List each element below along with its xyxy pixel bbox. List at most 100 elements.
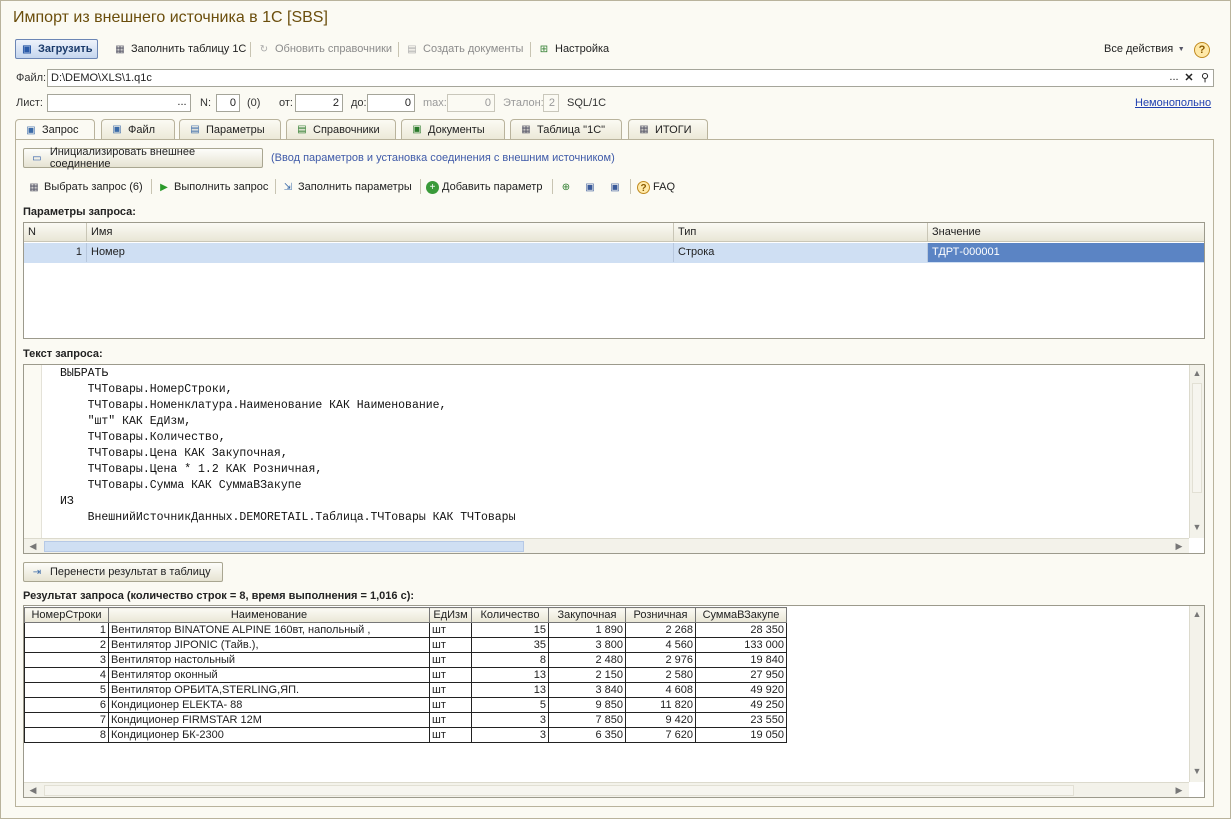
result-header[interactable]: Количество bbox=[471, 607, 549, 623]
result-cell: 15 bbox=[471, 622, 549, 638]
add-param-button[interactable]: + Добавить параметр bbox=[426, 178, 542, 196]
param-n-cell: 1 bbox=[24, 243, 87, 262]
result-cell: 3 bbox=[471, 727, 549, 743]
refresh-refs-button[interactable]: ↻ Обновить справочники bbox=[253, 39, 396, 59]
new-file-icon: ⊕ bbox=[561, 181, 571, 193]
faq-button[interactable]: ? FAQ bbox=[637, 178, 675, 196]
nonexclusive-link[interactable]: Немонопольно bbox=[1135, 97, 1211, 109]
result-header[interactable]: СуммаВЗакупе bbox=[695, 607, 787, 623]
fill-params-icon: ⇲ bbox=[283, 181, 293, 193]
settings-button[interactable]: ⊞ Настройка bbox=[533, 39, 613, 59]
result-cell: шт bbox=[429, 637, 472, 653]
scroll-left-icon[interactable]: ◀ bbox=[26, 785, 40, 796]
vertical-scrollbar[interactable]: ▲ ▼ bbox=[1189, 365, 1204, 538]
params-title: Параметры запроса: bbox=[23, 206, 136, 218]
fill-params-button[interactable]: ⇲ Заполнить параметры bbox=[281, 178, 412, 196]
sheet-input[interactable] bbox=[47, 94, 191, 112]
query-icon: ▣ bbox=[26, 124, 36, 136]
scroll-thumb[interactable] bbox=[1192, 383, 1202, 493]
transfer-result-button[interactable]: ⇥ Перенести результат в таблицу bbox=[23, 562, 223, 582]
from-input[interactable]: 2 bbox=[295, 94, 343, 112]
result-header[interactable]: ЕдИзм bbox=[429, 607, 472, 623]
result-cell: 8 bbox=[24, 727, 109, 743]
table-row[interactable]: 1 Номер Строка ТДРТ-000001 bbox=[24, 243, 1204, 263]
result-cell: 3 800 bbox=[548, 637, 626, 653]
search-icon[interactable]: ⚲ bbox=[1198, 71, 1212, 85]
params-header-type[interactable]: Тип bbox=[674, 223, 928, 242]
result-cell: 2 480 bbox=[548, 652, 626, 668]
file-path-input[interactable]: D:\DEMO\XLS\1.q1c bbox=[47, 69, 1214, 87]
file-select-button[interactable]: ... bbox=[1167, 71, 1181, 85]
fill-table-button[interactable]: ▦ Заполнить таблицу 1С bbox=[109, 39, 250, 59]
params-header-n[interactable]: N bbox=[24, 223, 87, 242]
run-query-button[interactable]: ▶ Выполнить запрос bbox=[157, 178, 268, 196]
sheet-select-button[interactable]: ... bbox=[175, 96, 189, 108]
query-text-editor[interactable]: ВЫБРАТЬ ТЧТовары.НомерСтроки, ТЧТовары.Н… bbox=[23, 364, 1205, 554]
tab-refs[interactable]: ▤ Справочники bbox=[286, 119, 396, 139]
tab-docs[interactable]: ▣ Документы bbox=[401, 119, 505, 139]
scroll-right-icon[interactable]: ▶ bbox=[1172, 785, 1186, 796]
result-header[interactable]: Розничная bbox=[625, 607, 696, 623]
scroll-up-icon[interactable]: ▲ bbox=[1190, 368, 1204, 378]
horizontal-scrollbar[interactable]: ◀ ▶ bbox=[24, 782, 1189, 797]
result-cell: 3 bbox=[24, 652, 109, 668]
scroll-right-icon[interactable]: ▶ bbox=[1172, 541, 1186, 552]
param-value-cell[interactable]: ТДРТ-000001 bbox=[928, 243, 1204, 262]
result-cell: 28 350 bbox=[695, 622, 787, 638]
scroll-down-icon[interactable]: ▼ bbox=[1190, 766, 1204, 776]
tab-table-1c[interactable]: ▦ Таблица "1С" bbox=[510, 119, 622, 139]
n-input[interactable]: 0 bbox=[216, 94, 240, 112]
save-as-query-button[interactable]: ▣ bbox=[608, 178, 622, 196]
help-icon[interactable]: ? bbox=[1194, 42, 1210, 58]
mode-label: SQL/1C bbox=[567, 97, 607, 109]
params-header-value[interactable]: Значение bbox=[928, 223, 1204, 242]
result-cell: 7 850 bbox=[548, 712, 626, 728]
save-query-button[interactable]: ▣ bbox=[583, 178, 597, 196]
clear-icon[interactable]: ✕ bbox=[1182, 71, 1196, 85]
init-hint: (Ввод параметров и установка соединения … bbox=[271, 152, 615, 164]
table-row[interactable]: 8 Кондиционер БК-2300 шт 3 6 350 7 620 19 050 bbox=[24, 727, 787, 743]
table-row[interactable]: 5 Вентилятор ОРБИТА,STERLING,ЯП. шт 13 3 840… bbox=[24, 682, 787, 698]
table-row[interactable]: 6 Кондиционер ELEKTA- 88 шт 5 9 850 11 820 49 … bbox=[24, 697, 787, 713]
toolbar-separator bbox=[420, 179, 421, 194]
result-header[interactable]: Закупочная bbox=[548, 607, 626, 623]
select-query-button[interactable]: ▦ Выбрать запрос (6) bbox=[27, 178, 142, 196]
load-button[interactable]: ▣ Загрузить bbox=[15, 39, 98, 59]
faq-label: FAQ bbox=[653, 181, 676, 193]
result-cell: шт bbox=[429, 682, 472, 698]
result-cell: 3 bbox=[471, 712, 549, 728]
table-row[interactable]: 7 Кондиционер FIRMSTAR 12M шт 3 7 850 9 420 23… bbox=[24, 712, 787, 728]
scroll-thumb[interactable] bbox=[44, 541, 524, 552]
horizontal-scrollbar[interactable]: ◀ ▶ bbox=[24, 538, 1189, 553]
table-row[interactable]: 3 Вентилятор настольный шт 8 2 480 2 976 19 84… bbox=[24, 652, 787, 668]
add-param-label: Добавить параметр bbox=[442, 181, 543, 193]
tab-file[interactable]: ▣ Файл bbox=[101, 119, 175, 139]
result-header[interactable]: Наименование bbox=[108, 607, 430, 623]
result-cell: шт bbox=[429, 727, 472, 743]
table-row[interactable]: 1 Вентилятор BINATONE ALPINE 160вт, напол… bbox=[24, 622, 787, 638]
vertical-scrollbar[interactable]: ▲ ▼ bbox=[1189, 606, 1204, 782]
new-query-button[interactable]: ⊕ bbox=[559, 178, 573, 196]
tab-params[interactable]: ▤ Параметры bbox=[179, 119, 281, 139]
params-header-name[interactable]: Имя bbox=[87, 223, 674, 242]
result-header[interactable]: НомерСтроки bbox=[24, 607, 109, 623]
scroll-up-icon[interactable]: ▲ bbox=[1190, 609, 1204, 619]
to-label: до: bbox=[351, 97, 367, 109]
docs-icon: ▣ bbox=[412, 124, 422, 135]
to-input[interactable]: 0 bbox=[367, 94, 415, 112]
scroll-left-icon[interactable]: ◀ bbox=[26, 541, 40, 552]
all-actions-button[interactable]: Все действия ▼ bbox=[1100, 39, 1189, 59]
table-row[interactable]: 4 Вентилятор оконный шт 13 2 150 2 580 27 950 bbox=[24, 667, 787, 683]
result-cell: 13 bbox=[471, 667, 549, 683]
tab-totals[interactable]: ▦ ИТОГИ bbox=[628, 119, 708, 139]
refresh-refs-label: Обновить справочники bbox=[275, 43, 393, 55]
tab-query[interactable]: ▣ Запрос bbox=[15, 119, 95, 140]
init-connection-button[interactable]: ▭ Инициализировать внешнее соединение bbox=[23, 146, 263, 170]
play-icon: ▶ bbox=[160, 181, 168, 193]
create-docs-button[interactable]: ▤ Создать документы bbox=[401, 39, 527, 59]
result-cell: 6 bbox=[24, 697, 109, 713]
scroll-down-icon[interactable]: ▼ bbox=[1190, 522, 1204, 532]
scroll-thumb[interactable] bbox=[44, 785, 1074, 796]
table-row[interactable]: 2 Вентилятор JIPONIC (Тайв.), шт 35 3 800 4 5… bbox=[24, 637, 787, 653]
load-icon: ▣ bbox=[22, 43, 32, 55]
